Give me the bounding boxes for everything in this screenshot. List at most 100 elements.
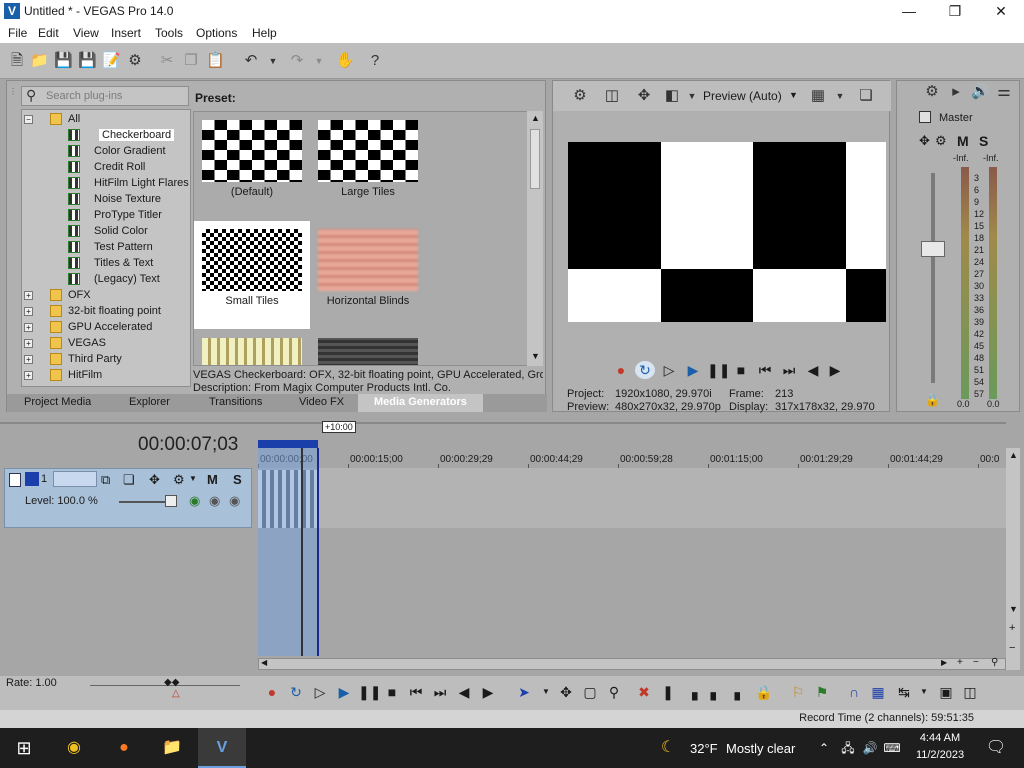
render-icon[interactable]: 📝 — [102, 52, 121, 70]
maximize-button[interactable]: ❐ — [932, 0, 978, 23]
tree-item[interactable]: (Legacy) Text — [22, 272, 190, 288]
preset-gallery[interactable]: (Default) Large Tiles Small Tiles Horizo… — [193, 111, 529, 366]
timeline-v-scrollbar[interactable]: ▲ ▼ + − — [1006, 448, 1020, 670]
track-zoom-out-icon[interactable]: − — [1009, 642, 1015, 654]
preset-thumb-partial[interactable] — [310, 330, 426, 365]
next-frame-icon[interactable]: ▶ — [478, 683, 498, 701]
time-ruler[interactable]: 00:00:00;0000:00:15;0000:00:29;2900:00:4… — [258, 448, 1006, 468]
expand-toggle-icon[interactable]: + — [24, 291, 33, 300]
weather-desc[interactable]: Mostly clear — [726, 741, 795, 756]
loop-playback-icon[interactable]: ↻ — [286, 683, 306, 701]
split-dropdown-icon[interactable]: ▼ — [683, 87, 701, 105]
tree-item[interactable]: Checkerboard — [22, 128, 190, 144]
tree-item[interactable]: Color Gradient — [22, 144, 190, 160]
previous-frame-icon[interactable]: ◀ — [454, 683, 474, 701]
insert-marker-icon[interactable]: ⚐ — [788, 683, 808, 701]
expand-toggle-icon[interactable]: + — [24, 371, 33, 380]
downmix-icon[interactable]: ▸ — [947, 83, 965, 101]
event-pan-crop-icon[interactable]: ▣ — [936, 683, 956, 701]
delete-icon[interactable]: ✖ — [634, 683, 654, 701]
grip-icon[interactable]: ⋮ — [9, 87, 17, 97]
scroll-up-icon[interactable]: ▲ — [1009, 450, 1018, 460]
zoom-in-icon[interactable]: + — [957, 657, 963, 668]
tree-item[interactable]: + GPU Accelerated — [22, 320, 190, 336]
mute-button[interactable]: M — [957, 133, 969, 149]
preset-scrollbar[interactable]: ▲ ▼ — [527, 111, 543, 366]
scroll-left-icon[interactable]: ◀ — [261, 658, 267, 667]
file-explorer-icon[interactable]: 📁 — [160, 736, 184, 760]
ripple-edit-icon[interactable]: ↹ — [894, 683, 914, 701]
tree-item[interactable]: − All — [22, 112, 190, 128]
timeline-h-scrollbar[interactable]: ◀ ▶ + − ⚲ — [258, 657, 1006, 670]
track-settings-dropdown-icon[interactable]: ▼ — [189, 474, 197, 483]
expand-toggle-icon[interactable]: + — [24, 355, 33, 364]
preset-small-tiles[interactable]: Small Tiles — [194, 221, 310, 329]
solo-button[interactable]: S — [979, 133, 988, 149]
track-name-field[interactable] — [53, 471, 97, 487]
track-zoom-in-icon[interactable]: + — [1009, 622, 1015, 634]
clock-time[interactable]: 4:44 AM — [912, 732, 968, 744]
external-monitor-icon[interactable]: ◫ — [603, 87, 621, 105]
zoom-edit-tool-icon[interactable]: ⚲ — [604, 683, 624, 701]
menu-tools[interactable]: Tools — [155, 26, 183, 40]
quality-dropdown-icon[interactable]: ▼ — [789, 90, 798, 100]
next-frame-icon[interactable]: ▶ — [825, 361, 845, 379]
tree-item[interactable]: Credit Roll — [22, 160, 190, 176]
volume-icon[interactable]: 🔊 — [858, 736, 882, 760]
lock-event-icon[interactable]: 🔒 — [754, 683, 774, 701]
trim-icon[interactable]: ❚ — [658, 683, 678, 701]
composite-mode-icon[interactable]: ◉ — [189, 493, 200, 509]
close-button[interactable]: ✕ — [978, 0, 1024, 23]
save-icon[interactable]: 💾 — [54, 52, 73, 70]
notifications-icon[interactable]: 🗨 — [984, 736, 1008, 760]
gear-icon[interactable]: ⚙ — [126, 52, 144, 70]
bus-settings-icon[interactable]: ⚙ — [935, 133, 947, 149]
scroll-up-icon[interactable]: ▲ — [531, 113, 540, 123]
stop-icon[interactable]: ■ — [731, 361, 751, 379]
cut-icon[interactable]: ✂ — [158, 52, 176, 70]
menu-help[interactable]: Help — [252, 26, 277, 40]
split-icon[interactable]: ▖ — [730, 683, 750, 701]
tree-item[interactable]: +32-bit floating point — [22, 304, 190, 320]
mixer-icon[interactable]: ⚌ — [995, 83, 1013, 101]
insert-region-icon[interactable]: ⚑ — [812, 683, 832, 701]
plugin-tree[interactable]: − All Checkerboard Color Gradient Credit Rol… — [21, 109, 191, 387]
video-track-lane[interactable] — [258, 468, 1006, 528]
play-icon[interactable]: ▶ — [683, 361, 703, 379]
preset-thumb-partial[interactable] — [194, 330, 310, 365]
trim-end-icon[interactable]: ▖ — [706, 683, 726, 701]
time-selection[interactable] — [258, 448, 319, 656]
vegas-taskbar-button[interactable]: V — [198, 728, 246, 768]
zoom-tool-icon[interactable]: ⚲ — [991, 657, 998, 668]
track-fx-icon[interactable]: ❏ — [123, 472, 135, 488]
scroll-down-icon[interactable]: ▼ — [1009, 604, 1018, 614]
parent-mode-icon[interactable]: ◉ — [209, 493, 220, 509]
chrome-icon[interactable]: ◉ — [62, 736, 86, 760]
clock-date[interactable]: 11/2/2023 — [912, 749, 968, 761]
track-mute-button[interactable]: M — [207, 472, 218, 487]
split-screen-icon[interactable]: ✥ — [635, 87, 653, 105]
preset-horizontal-blinds[interactable]: Horizontal Blinds — [310, 221, 426, 329]
menu-edit[interactable]: Edit — [38, 26, 59, 40]
overlays-dropdown-icon[interactable]: ▼ — [831, 87, 849, 105]
speaker-icon[interactable]: 🔊 — [971, 83, 990, 101]
expand-toggle-icon[interactable]: − — [24, 115, 33, 124]
play-icon[interactable]: ▶ — [334, 683, 354, 701]
edit-tool-dropdown-icon[interactable]: ▼ — [536, 683, 556, 701]
tab-explorer[interactable]: Explorer — [129, 396, 170, 408]
loop-playback-icon[interactable]: ↻ — [635, 361, 655, 379]
minimize-button[interactable]: — — [886, 0, 932, 23]
menu-options[interactable]: Options — [196, 26, 237, 40]
record-icon[interactable]: ● — [611, 361, 631, 379]
weather-temp[interactable]: 32°F — [690, 741, 718, 756]
tree-item[interactable]: + OFX — [22, 288, 190, 304]
paste-icon[interactable]: 📋 — [206, 52, 225, 70]
compositing-icon[interactable]: ✥ — [149, 472, 160, 488]
split-view-icon[interactable]: ◧ — [663, 87, 681, 105]
show-hidden-icons[interactable]: ⌃ — [812, 736, 836, 760]
preset-default[interactable]: (Default) — [194, 112, 310, 220]
search-plugins-box[interactable]: ⚲ Search plug-ins — [21, 86, 189, 106]
track-expand-icon[interactable] — [9, 473, 21, 487]
master-checkbox[interactable] — [919, 111, 931, 123]
track-solo-button[interactable]: S — [233, 472, 242, 487]
